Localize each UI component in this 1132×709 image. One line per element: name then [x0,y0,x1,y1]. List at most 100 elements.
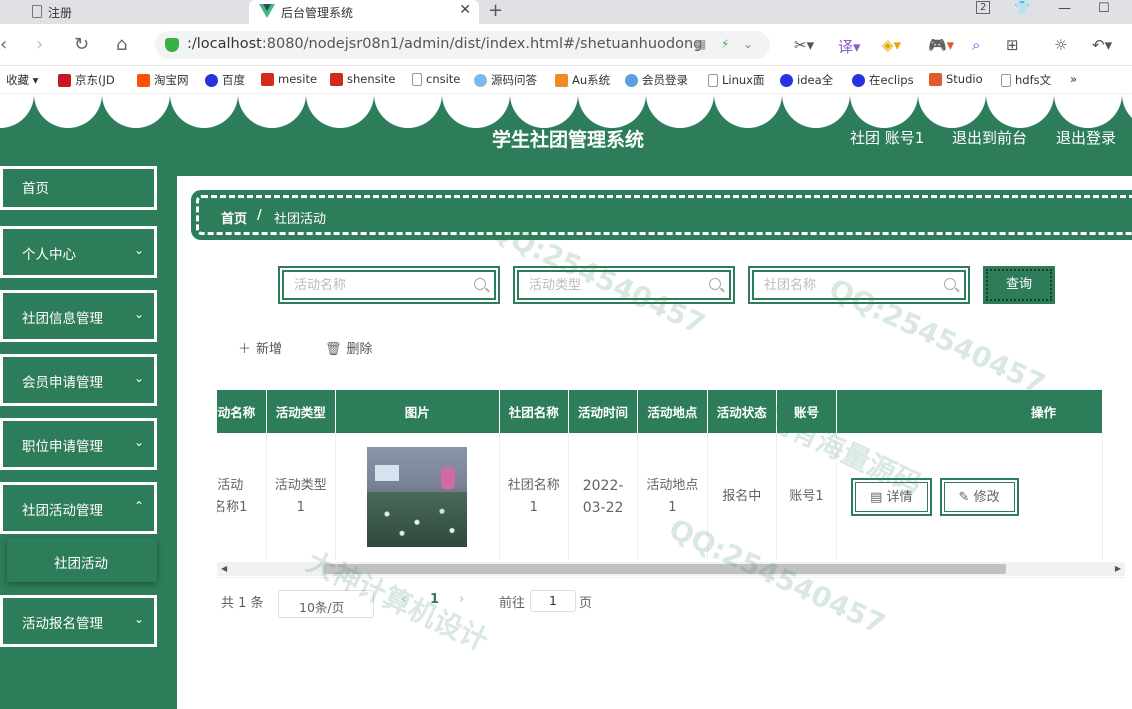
bookmark-studio[interactable]: Studio [929,72,983,86]
sidebar-item-club-activity[interactable]: 社团活动管理 ⌃ [0,482,157,534]
column-header: 活动状态 [707,390,777,433]
sidebar-item-home[interactable]: 首页 [0,166,157,210]
exit-to-front-link[interactable]: 退出到前台 [952,127,1027,148]
forward-icon[interactable]: › [36,34,43,55]
bookmark-mesite[interactable]: mesite [261,72,317,86]
scrollbar-thumb[interactable] [324,564,1006,574]
detail-button[interactable]: ▤ 详情 [851,477,932,516]
bookmark-member-login[interactable]: 会员登录 [625,72,688,88]
bookmark-favorites[interactable]: 收藏 ▾ [6,72,38,88]
bolt-icon[interactable]: ⚡ [721,37,729,51]
brightness-icon[interactable]: ☼ [1054,36,1067,54]
shirt-icon[interactable]: 👕 [1014,1,1030,16]
bookmark-eclipse[interactable]: 在eclips [852,72,914,88]
bookmark-linux[interactable]: Linux面 [708,72,765,88]
chevron-down-icon: ⌄ [133,612,144,626]
home-icon[interactable]: ⌂ [116,34,127,55]
bookmark-shensite[interactable]: shensite [330,72,395,86]
sidebar-item-club-info[interactable]: 社团信息管理 ⌄ [0,290,157,342]
browser-tab-register[interactable]: 注册 [0,0,248,24]
maximize-icon[interactable]: ☐ [1098,1,1110,16]
browser-tab-admin[interactable]: 后台管理系统 ✕ [249,0,479,24]
table-header-row: 活动名称 活动类型 图片 社团名称 活动时间 活动地点 活动状态 账号 操作 [217,390,1103,433]
studio-icon [929,72,942,86]
browser-tab-bar: 注册 后台管理系统 ✕ + 2 👕 — ☐ [0,0,1132,24]
minimize-icon[interactable]: — [1058,1,1071,16]
bookmark-hdfs[interactable]: hdfs文 [1001,72,1051,88]
cell-time: 2022-03-22 [568,433,639,560]
shield-plugin-icon[interactable]: ◈▾ [882,36,901,54]
column-header: 活动时间 [568,390,639,433]
cloud-icon [625,73,638,87]
translate-icon[interactable]: 译▾ [838,36,861,57]
breadcrumb-home[interactable]: 首页 [221,208,247,227]
baidu-icon [852,73,865,87]
next-page-icon[interactable]: › [459,592,464,607]
bookmark-idea[interactable]: idea全 [780,72,833,88]
close-tab-icon[interactable]: ✕ [459,2,471,18]
sidebar-item-personal-center[interactable]: 个人中心 ⌄ [0,226,157,278]
edit-icon: ✎ [958,489,974,505]
page-number-current[interactable]: 1 [430,592,439,607]
au-icon [555,73,568,87]
chevron-down-icon: ⌄ [133,371,144,385]
shensite-icon [330,72,343,86]
cell-club-name: 社团名称1 [499,433,569,560]
scallop-decoration [0,94,1132,128]
total-count: 共 1 条 [221,596,264,611]
qa-icon [474,73,487,87]
grid-icon[interactable]: ⊞ [1006,36,1019,54]
add-button[interactable]: ＋新增 [238,338,282,357]
reload-icon[interactable]: ↻ [74,34,89,55]
url-field[interactable]: :/localhost:8080/nodejsr08n1/admin/dist/… [155,31,770,59]
sidebar-subitem-club-activity[interactable]: 社团活动 [7,538,157,582]
bookmark-more[interactable]: » [1070,72,1077,86]
activity-photo[interactable] [367,446,468,547]
column-header: 图片 [335,390,500,433]
sidebar: 首页 个人中心 ⌄ 社团信息管理 ⌄ 会员申请管理 ⌄ 职位申请管理 ⌄ 社团活… [0,166,177,709]
page-size-select[interactable]: 10条/页 [278,590,374,618]
document-icon: ▤ [870,489,887,505]
sidebar-item-activity-registration[interactable]: 活动报名管理 ⌄ [0,595,157,647]
mesite-icon [261,72,274,86]
undo-icon[interactable]: ↶▾ [1092,36,1112,54]
logout-link[interactable]: 退出登录 [1056,127,1116,148]
scissors-icon[interactable]: ✂▾ [794,36,814,54]
activity-name-input[interactable] [294,272,464,298]
dropdown-chevron-icon[interactable]: ⌄ [743,37,753,51]
qr-icon[interactable]: ▦ [695,37,706,51]
column-header: 社团名称 [499,390,569,433]
goto-page-input[interactable]: 1 [530,590,576,612]
horizontal-scrollbar[interactable]: ◀ ▶ [217,562,1125,576]
delete-button[interactable]: 🗑 删除 [325,338,373,357]
prev-page-icon[interactable]: ‹ [401,592,406,607]
bookmark-au-system[interactable]: Au系统 [555,72,610,88]
column-header: 活动名称 [217,390,267,433]
activity-type-input[interactable] [529,272,699,298]
column-header: 操作 [836,390,1103,433]
bookmarks-bar: 收藏 ▾ 京东(JD 淘宝网 百度 mesite shensite cnsite… [0,66,1132,94]
back-icon[interactable]: ‹ [0,34,7,55]
bookmark-source-qa[interactable]: 源码问答 [474,72,537,88]
scroll-right-icon[interactable]: ▶ [1115,562,1121,576]
sidebar-item-member-application[interactable]: 会员申请管理 ⌄ [0,354,157,406]
search-icon[interactable]: ⌕ [972,36,980,54]
edit-button[interactable]: ✎ 修改 [939,477,1019,516]
activity-type-search [513,266,735,304]
taobao-icon [137,73,150,87]
bookmark-baidu[interactable]: 百度 [205,72,245,88]
main-content: 首页 / 社团活动 查询 ＋新增 🗑删除 [177,176,1132,709]
query-button[interactable]: 查询 [983,266,1055,304]
club-name-input[interactable] [764,272,934,298]
tab-count-badge[interactable]: 2 [976,1,991,14]
scroll-left-icon[interactable]: ◀ [221,562,227,576]
bookmark-jd[interactable]: 京东(JD [58,72,115,88]
chevron-up-icon: ⌃ [133,499,144,513]
sidebar-item-position-application[interactable]: 职位申请管理 ⌄ [0,418,157,470]
bookmark-taobao[interactable]: 淘宝网 [137,72,189,88]
search-icon [474,278,486,290]
gamepad-icon[interactable]: 🎮▾ [928,36,954,54]
goto-suffix: 页 [579,596,593,611]
bookmark-cnsite[interactable]: cnsite [412,72,460,86]
new-tab-button[interactable]: + [488,0,503,22]
